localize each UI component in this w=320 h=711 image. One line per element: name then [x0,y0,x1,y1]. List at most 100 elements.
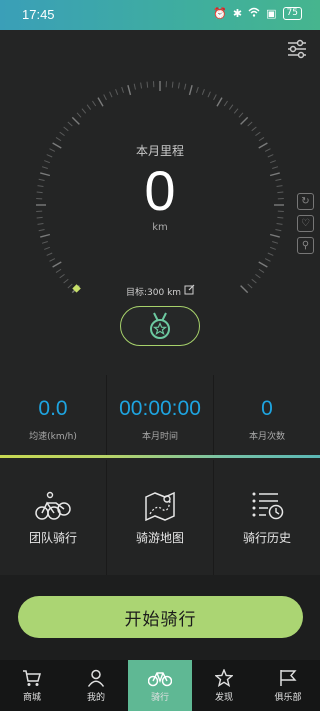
screen-record-icon: ▣ [266,7,277,20]
dial-tick [255,131,261,137]
nav-item-shop[interactable]: 商城 [0,660,64,711]
nav-item-ride[interactable]: 骑行 [128,660,192,711]
wifi-icon [248,7,260,20]
tile-ride-map[interactable]: 骑游地图 [106,460,213,575]
dial-tick [67,283,73,289]
stat-avg-speed: 0.0 均速(km/h) [0,375,106,455]
tile-team-ride[interactable]: 团队骑行 [0,460,106,575]
status-time: 17:45 [22,7,55,22]
dial-tick [76,112,82,118]
stat-label: 本月次数 [248,432,285,442]
dial-tick [55,137,62,142]
nav-label: 商城 [22,692,41,703]
dial-tick [146,81,149,88]
dial-tick [133,83,136,90]
dial-tick [213,94,217,101]
dial-tick [258,268,265,273]
start-area: 开始骑行 [0,575,320,660]
tile-ride-history[interactable]: 骑行历史 [213,460,320,575]
dial-tick [269,246,276,250]
dial-unit: km [152,222,168,233]
dial-tick [184,83,187,90]
dial-tick [67,121,73,127]
dial-tick [233,108,239,114]
dial-tick [195,86,199,93]
dial-tick [40,233,51,238]
dial-tick [81,108,87,114]
link-icon[interactable]: ⚲ [297,237,314,254]
dial-tick [240,116,249,125]
dial-tick [92,100,97,107]
dial-tick [177,82,180,89]
app-screen: 17:45 ⏰ ✱ ▣ 75 本月里程 0 km 目标:300 km ↻ ♡ ⚲… [0,0,320,711]
status-bar: 17:45 ⏰ ✱ ▣ 75 [0,0,320,30]
dial-tick [247,283,253,289]
stat-value: 00:00:00 [119,397,201,420]
mileage-panel: 本月里程 0 km 目标:300 km ↻ ♡ ⚲ [0,30,320,375]
dial-tick [140,82,143,89]
dial-tick [52,261,62,268]
dial-tick [267,252,274,256]
feature-tiles: 团队骑行 骑游地图 骑行历史 [0,460,320,575]
side-shortcuts: ↻ ♡ ⚲ [297,193,314,254]
dial-tick [207,91,211,98]
tile-label: 骑游地图 [135,531,184,545]
dial-tick [63,126,69,132]
dial-tick [63,278,69,284]
dial-tick [109,91,113,98]
dial-tick [49,258,56,262]
ride-map-icon [145,491,175,521]
start-ride-button[interactable]: 开始骑行 [18,596,303,638]
stat-label: 均速(km/h) [29,432,77,442]
battery-indicator: 75 [282,7,302,20]
tile-label: 团队骑行 [28,531,77,545]
dial-tick [201,89,205,96]
stat-month-time: 00:00:00 本月时间 [106,375,213,455]
heart-icon[interactable]: ♡ [297,215,314,232]
dial-tick [71,116,80,125]
dial-tick [59,273,65,279]
nav-item-mine[interactable]: 我的 [64,660,128,711]
ride-history-icon [252,492,284,520]
medal-button[interactable] [120,306,200,346]
tile-label: 骑行历史 [242,531,291,545]
dial-tick [127,85,132,96]
edit-icon[interactable] [184,284,195,298]
dial-tick [115,89,119,96]
monthly-goal[interactable]: 目标:300 km [126,284,195,298]
dial-tick [97,97,104,107]
dial-tick [216,97,223,107]
dial-tick [258,261,268,268]
settings-sliders-icon[interactable] [286,38,308,60]
dial-value: 0 [144,159,176,222]
dial-tick [269,233,280,238]
cart-icon [23,669,41,686]
dial-tick [103,94,107,101]
refresh-icon[interactable]: ↻ [297,193,314,210]
status-icons: ⏰ ✱ ▣ 75 [213,7,302,20]
nav-label: 骑行 [150,692,169,703]
dial-tick [223,100,228,107]
bottom-nav: 商城 我的 骑行 发现 俱乐部 [0,660,320,711]
dial-tick [255,273,261,279]
dial-tick [121,86,125,93]
team-ride-icon [35,491,71,520]
nav-label: 俱乐部 [274,692,302,703]
nav-item-club[interactable]: 俱乐部 [256,660,320,711]
stat-value: 0.0 [38,397,68,420]
bike-icon [148,671,172,686]
dial-label: 本月里程 [135,144,184,158]
dial-tick [272,240,279,244]
gradient-divider [0,455,320,458]
dial-tick [44,246,51,250]
dial-tick [251,278,257,284]
stat-label: 本月时间 [141,432,178,442]
nav-item-discover[interactable]: 发现 [192,660,256,711]
dial-tick [46,252,53,256]
dial-tick [238,112,244,118]
stats-row: 0.0 均速(km/h) 00:00:00 本月时间 0 本月次数 [0,375,320,455]
alarm-icon: ⏰ [213,7,227,20]
dial-tick [251,126,257,132]
dial-tick [264,258,271,262]
dial-tick [188,85,193,96]
